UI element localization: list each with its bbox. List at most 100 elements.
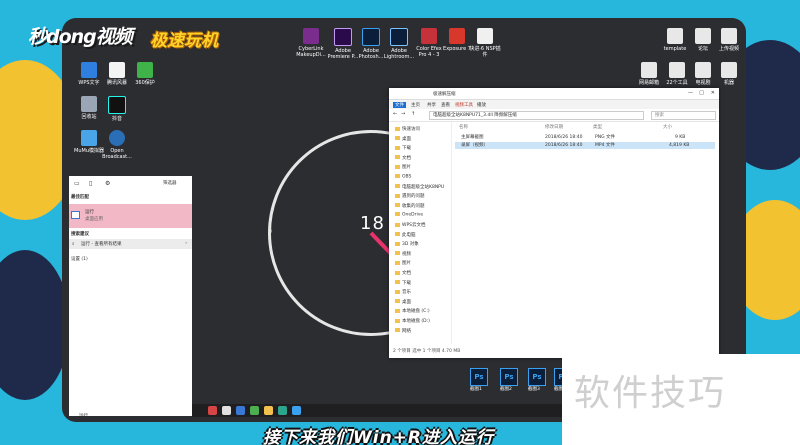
nav-item[interactable]: 电脑超级全站K8NPU bbox=[395, 184, 444, 190]
desktop-icon[interactable]: Open Broadcast... bbox=[100, 130, 134, 160]
folder-icon bbox=[395, 232, 400, 237]
makeup-icon bbox=[303, 28, 319, 44]
file-explorer-window[interactable]: 极速解压缩 — □ ✕ 文件 主页 共享 查看 视频工具 播放 ← → ↑ 电脑… bbox=[389, 88, 719, 358]
minimize-icon[interactable]: — bbox=[688, 90, 693, 96]
icon-label: 机器 bbox=[723, 80, 734, 86]
file-row[interactable]: 主屏幕截图 2018/6/26 18:40 PNG 文件 9 KB bbox=[455, 134, 715, 141]
nav-item-label: 图片 bbox=[402, 261, 411, 267]
nav-item[interactable]: 3D 对象 bbox=[395, 241, 419, 247]
app-icon[interactable] bbox=[250, 406, 259, 415]
desktop-icon[interactable]: 360保护 bbox=[128, 62, 162, 86]
mail-icon bbox=[641, 62, 657, 78]
desktop-icon[interactable]: 快进·6 NSP插件 bbox=[468, 28, 502, 58]
nav-item-label: 桌面 bbox=[402, 299, 411, 305]
desktop-icon[interactable]: Adobe Lightroom... bbox=[382, 28, 416, 60]
desktop-icon[interactable]: CyberLink MakeupDi... bbox=[294, 28, 328, 58]
nav-item[interactable]: 此电脑 bbox=[395, 232, 416, 238]
nav-item-label: OBS bbox=[402, 174, 412, 180]
exposure-icon bbox=[449, 28, 465, 44]
ps-file-label: 截图2 bbox=[500, 387, 512, 392]
nav-item[interactable]: WPS云文档 bbox=[395, 222, 426, 228]
desktop-icon[interactable]: 抖音 bbox=[100, 96, 134, 122]
nav-item[interactable]: 文档 bbox=[395, 270, 411, 276]
nav-item[interactable]: OBS bbox=[395, 174, 411, 180]
photoshop-file-icon[interactable]: Ps bbox=[528, 368, 546, 386]
file-date: 2018/6/26 18:40 bbox=[545, 143, 583, 148]
tab-video-tools[interactable]: 视频工具 bbox=[455, 102, 473, 108]
best-match-header: 最佳匹配 bbox=[71, 195, 89, 200]
desktop-icon[interactable]: 上传视频 bbox=[712, 28, 746, 52]
app-icon[interactable] bbox=[236, 406, 245, 415]
tab-view[interactable]: 查看 bbox=[441, 102, 450, 108]
maximize-icon[interactable]: □ bbox=[699, 90, 704, 96]
tab-home[interactable]: 主页 bbox=[411, 102, 420, 108]
nav-item[interactable]: 遇到的问题 bbox=[395, 193, 425, 199]
column-header-date[interactable]: 修改日期 bbox=[545, 124, 563, 130]
file-row[interactable]: 录屏（视频） 2018/6/26 18:40 MP4 文件 4,819 KB bbox=[455, 142, 715, 149]
file-icon[interactable]: ▯ bbox=[89, 180, 92, 187]
doc-icon[interactable]: ▭ bbox=[74, 180, 80, 187]
app-icon[interactable] bbox=[222, 406, 231, 415]
column-header-name[interactable]: 名称 bbox=[459, 124, 468, 130]
watermark-text: 软件技巧 bbox=[574, 373, 727, 414]
gear-icon[interactable]: ⚙ bbox=[105, 180, 110, 187]
nav-item[interactable]: 收集的问题 bbox=[395, 203, 425, 209]
app-icon[interactable] bbox=[292, 406, 301, 415]
nav-item[interactable]: 音乐 bbox=[395, 289, 411, 295]
best-match-sub: 桌面应用 bbox=[85, 217, 103, 222]
forward-icon[interactable]: → bbox=[401, 111, 405, 117]
plugin-icon bbox=[477, 28, 493, 44]
up-icon[interactable]: ↑ bbox=[411, 111, 415, 117]
settings-header: 设置 (1) bbox=[71, 257, 88, 262]
lightroom-icon bbox=[390, 28, 408, 46]
search-suggest-label: 运行 - 查看所有结果 bbox=[81, 242, 122, 247]
nav-item[interactable]: 下载 bbox=[395, 280, 411, 286]
close-icon[interactable]: ✕ bbox=[711, 90, 715, 96]
tab-file[interactable]: 文件 bbox=[393, 102, 406, 108]
nav-item[interactable]: 桌面 bbox=[395, 136, 411, 142]
column-header-size[interactable]: 大小 bbox=[663, 124, 672, 130]
app-icon[interactable] bbox=[208, 406, 217, 415]
file-size: 4,819 KB bbox=[669, 143, 690, 148]
nav-item-label: 桌面 bbox=[402, 136, 411, 142]
icon-label: template bbox=[663, 46, 687, 52]
photoshop-file-icon[interactable]: Ps bbox=[470, 368, 488, 386]
filter-dropdown[interactable]: 筛选器 bbox=[163, 180, 177, 186]
nav-item[interactable]: 本地磁盘 (D:) bbox=[395, 318, 430, 324]
file-date: 2018/6/26 18:40 bbox=[545, 135, 583, 140]
start-search-input[interactable]: 运行 bbox=[69, 413, 192, 421]
search-suggest-header: 搜索建议 bbox=[71, 232, 89, 237]
nav-item[interactable]: 桌面 bbox=[395, 299, 411, 305]
tab-play[interactable]: 播放 bbox=[477, 102, 486, 108]
search-suggest-item[interactable]: ⌕ 运行 - 查看所有结果 › bbox=[69, 239, 192, 249]
file-size: 9 KB bbox=[675, 135, 686, 140]
nav-item[interactable]: 网络 bbox=[395, 328, 411, 334]
nav-item[interactable]: OneDrive bbox=[395, 212, 423, 218]
guard-icon bbox=[137, 62, 153, 78]
nav-item[interactable]: 下载 bbox=[395, 145, 411, 151]
video-frame: CyberLink MakeupDi... Adobe Premiere P..… bbox=[0, 0, 800, 445]
nav-item[interactable]: 图片 bbox=[395, 260, 411, 266]
folder-icon bbox=[395, 328, 400, 333]
nav-item[interactable]: 快速访问 bbox=[395, 126, 420, 132]
tab-share[interactable]: 共享 bbox=[427, 102, 436, 108]
folder-icon bbox=[395, 251, 400, 256]
photoshop-file-icon[interactable]: Ps bbox=[500, 368, 518, 386]
folder-icon bbox=[395, 155, 400, 160]
nav-item[interactable]: 本地磁盘 (C:) bbox=[395, 308, 430, 314]
back-icon[interactable]: ← bbox=[393, 111, 397, 117]
nav-item[interactable]: 图片 bbox=[395, 164, 411, 170]
search-input[interactable]: 搜索 bbox=[651, 111, 716, 120]
desktop-icon[interactable]: 机器 bbox=[712, 62, 746, 86]
app-icon[interactable] bbox=[264, 406, 273, 415]
tv-icon bbox=[695, 62, 711, 78]
nav-item[interactable]: 视频 bbox=[395, 251, 411, 257]
column-header-type[interactable]: 类型 bbox=[593, 124, 602, 130]
best-match-item[interactable]: 运行 桌面应用 bbox=[69, 204, 192, 228]
folder-icon bbox=[395, 174, 400, 178]
explorer-titlebar[interactable]: 极速解压缩 — □ ✕ bbox=[389, 88, 719, 100]
address-bar[interactable]: 电脑超级全站K8NPU71_3.dll 降频解压缩 bbox=[429, 111, 644, 120]
chevron-right-icon: › bbox=[185, 241, 187, 246]
nav-item[interactable]: 文档 bbox=[395, 155, 411, 161]
app-icon[interactable] bbox=[278, 406, 287, 415]
